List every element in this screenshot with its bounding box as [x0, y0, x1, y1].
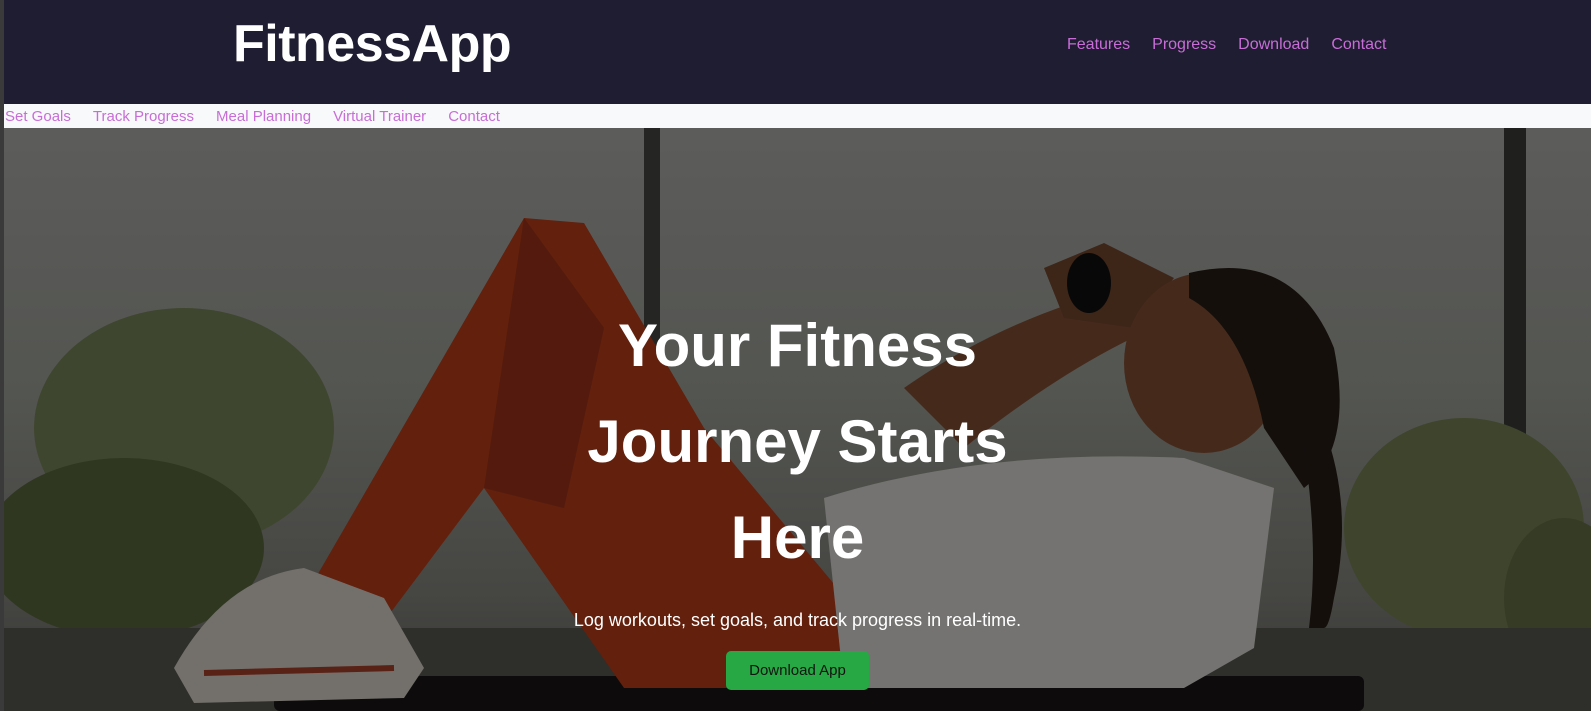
page: FitnessApp Features Progress Download Co…	[0, 0, 1591, 711]
hero-title: Your Fitness Journey Starts Here	[587, 312, 1008, 571]
sub-nav-contact[interactable]: Contact	[448, 108, 500, 125]
sub-nav-meal-planning[interactable]: Meal Planning	[216, 108, 311, 125]
top-nav-features[interactable]: Features	[1067, 36, 1130, 54]
top-nav-contact[interactable]: Contact	[1331, 36, 1386, 54]
top-nav: Features Progress Download Contact	[1067, 36, 1386, 54]
sub-nav: Set Goals Track Progress Meal Planning V…	[4, 104, 1591, 128]
sub-nav-virtual-trainer[interactable]: Virtual Trainer	[333, 108, 426, 125]
top-nav-progress[interactable]: Progress	[1152, 36, 1216, 54]
download-app-button[interactable]: Download App	[726, 651, 869, 690]
sub-nav-set-goals[interactable]: Set Goals	[5, 108, 71, 125]
site-header: FitnessApp Features Progress Download Co…	[4, 0, 1591, 104]
hero-content: Your Fitness Journey Starts Here Log wor…	[4, 298, 1591, 690]
top-nav-download[interactable]: Download	[1238, 36, 1309, 54]
brand-logo[interactable]: FitnessApp	[233, 14, 512, 74]
hero-subtitle: Log workouts, set goals, and track progr…	[573, 610, 1022, 630]
hero-section: Your Fitness Journey Starts Here Log wor…	[4, 128, 1591, 711]
sub-nav-track-progress[interactable]: Track Progress	[93, 108, 194, 125]
